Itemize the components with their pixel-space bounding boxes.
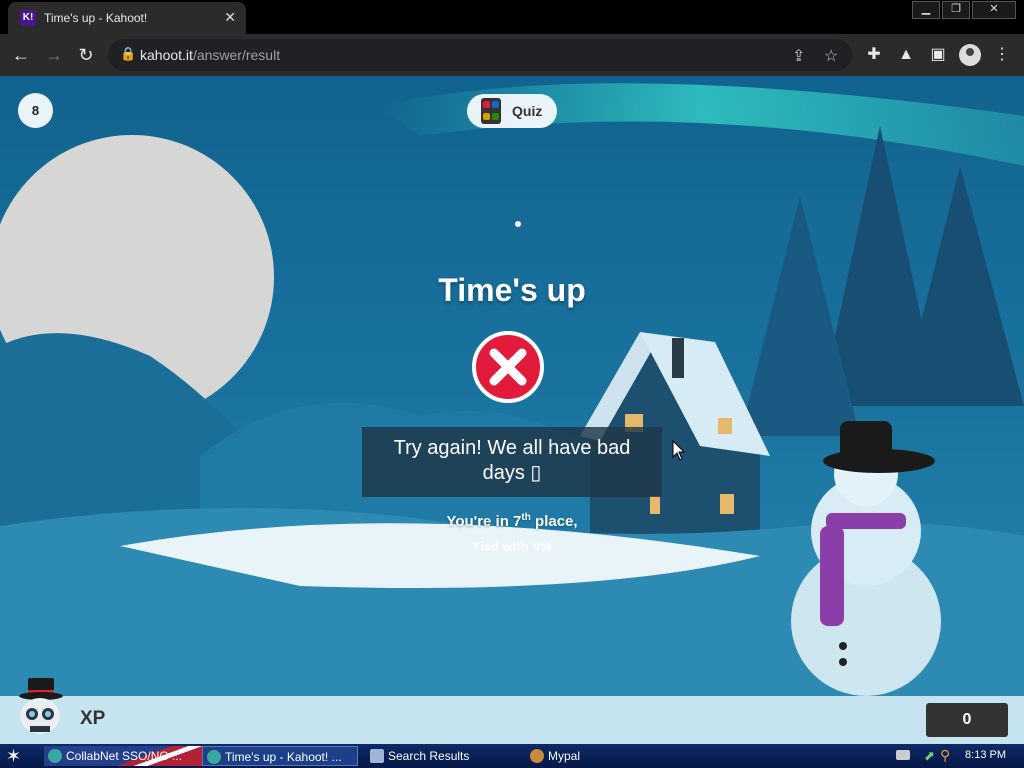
url-text: kahoot.it/answer/result <box>140 47 280 63</box>
globe-icon <box>207 750 221 764</box>
labs-flask-icon[interactable]: ▲ <box>895 44 917 66</box>
side-panel-icon[interactable]: ▣ <box>927 44 949 66</box>
forward-arrow-icon[interactable]: → <box>43 44 65 66</box>
globe-icon <box>48 749 62 763</box>
place-prefix: You're in 7 <box>446 513 522 530</box>
kahoot-favicon-icon: K! <box>20 10 36 26</box>
mouse-cursor-icon <box>672 440 686 461</box>
winter-background <box>0 76 1024 744</box>
x-mark-icon <box>472 331 544 403</box>
place-ordinal: th <box>521 512 531 523</box>
quiz-type-badge: Quiz <box>467 94 557 128</box>
back-arrow-icon[interactable]: ← <box>10 44 32 66</box>
network-icon[interactable]: ⬈ <box>924 748 935 764</box>
question-counter: 8 <box>18 93 53 128</box>
tab-title: Time's up - Kahoot! <box>44 11 148 25</box>
taskbar-item-collabnet[interactable]: CollabNet SSO/NG ... <box>44 746 222 766</box>
taskbar-item-label: Mypal <box>548 749 581 763</box>
system-tray: ⬈ ⚲ 8:13 PM <box>894 744 1024 768</box>
search-magnifier-icon[interactable]: ⚲ <box>940 747 950 764</box>
profile-avatar-icon[interactable] <box>959 44 981 66</box>
url-path: /answer/result <box>192 47 281 63</box>
extensions-puzzle-icon[interactable]: ✚ <box>863 44 885 66</box>
player-nickname: XP <box>80 708 106 729</box>
restore-button[interactable]: ❐ <box>942 1 970 19</box>
result-title: Time's up <box>438 272 586 308</box>
taskbar-item-label: Search Results <box>388 749 470 763</box>
taskbar-item-search-results[interactable]: Search Results <box>366 746 538 766</box>
document-search-icon <box>370 749 384 763</box>
browser-toolbar: ← → ↻ 🔒 kahoot.it/answer/result ⇪ ☆ ✚ ▲ … <box>0 34 1024 76</box>
place-rest: place, <box>530 513 578 530</box>
bookmark-star-icon[interactable]: ☆ <box>824 46 838 66</box>
tied-text: Tied with VM <box>472 539 552 554</box>
place-text: You're in 7th place, <box>0 512 1024 530</box>
taskbar-item-kahoot[interactable]: Time's up - Kahoot! ... <box>202 746 358 766</box>
minimize-button[interactable]: ▁ <box>912 1 940 19</box>
address-bar[interactable]: 🔒 kahoot.it/answer/result ⇪ ☆ <box>108 39 852 71</box>
player-bar: XP 0 <box>0 678 1024 744</box>
kahoot-page: 8 Quiz Time's up Try again! We all have … <box>0 76 1024 744</box>
taskbar-clock[interactable]: 8:13 PM <box>965 749 1006 761</box>
taskbar-item-label: Time's up - Kahoot! ... <box>225 750 342 764</box>
mypal-icon <box>530 749 544 763</box>
player-avatar-icon <box>19 678 63 734</box>
browser-tab[interactable]: K! Time's up - Kahoot! ✕ <box>8 2 246 34</box>
quiz-label: Quiz <box>512 103 543 119</box>
os-taskbar: ✶ CollabNet SSO/NG ... Time's up - Kahoo… <box>0 744 1024 768</box>
lock-icon: 🔒 <box>120 46 137 61</box>
browser-titlebar: K! Time's up - Kahoot! ✕ ▁ ❐ ✕ <box>0 0 1024 34</box>
tab-close-icon[interactable]: ✕ <box>224 9 236 26</box>
taskbar-item-label: CollabNet SSO/NG ... <box>66 749 183 763</box>
player-score: 0 <box>926 703 1008 737</box>
start-star-icon[interactable]: ✶ <box>6 746 21 766</box>
result-message: Try again! We all have bad days ▯ <box>362 427 662 497</box>
window-controls: ▁ ❐ ✕ <box>912 1 1016 19</box>
keyboard-icon[interactable] <box>896 750 910 760</box>
url-domain: kahoot.it <box>140 47 193 63</box>
close-window-button[interactable]: ✕ <box>972 1 1016 19</box>
menu-kebab-icon[interactable]: ⋮ <box>991 44 1013 66</box>
quiz-type-icon <box>481 98 501 124</box>
share-icon[interactable]: ⇪ <box>792 46 805 66</box>
reload-icon[interactable]: ↻ <box>75 44 97 66</box>
taskbar-item-mypal[interactable]: Mypal <box>526 746 648 766</box>
